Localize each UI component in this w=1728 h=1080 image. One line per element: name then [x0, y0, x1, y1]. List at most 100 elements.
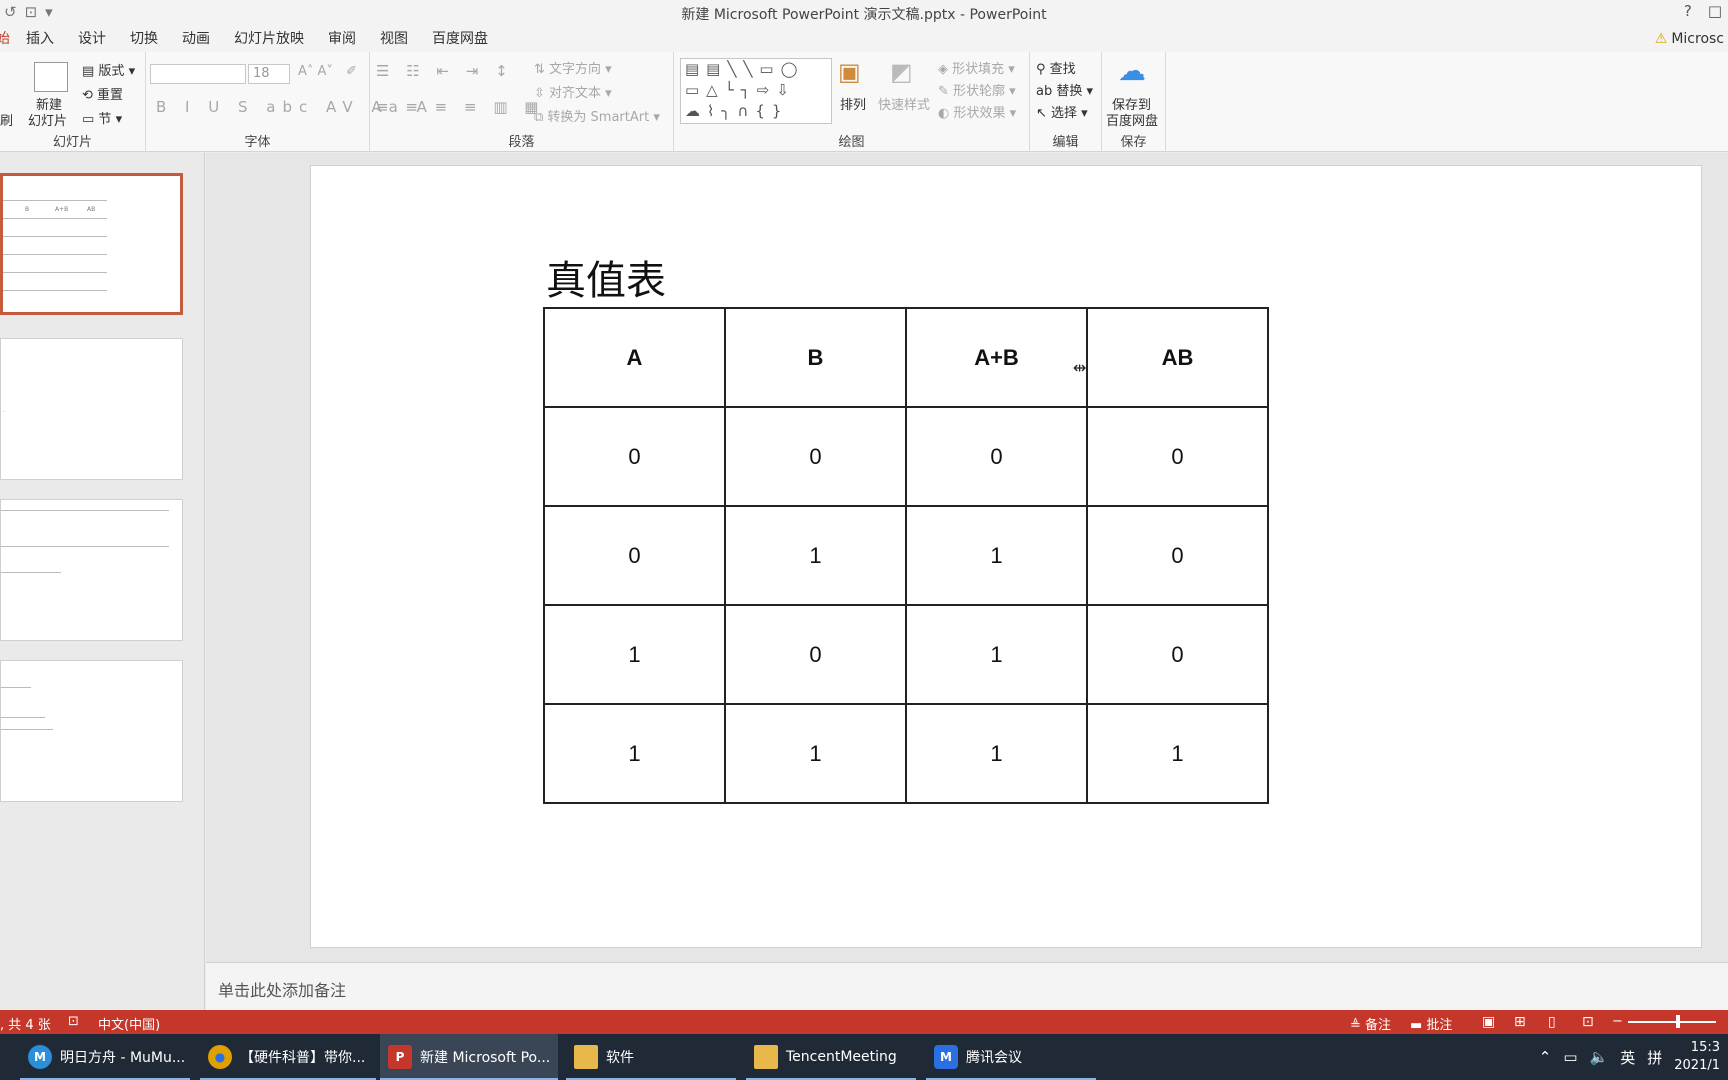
new-slide-button-line2[interactable]: 幻灯片	[28, 110, 67, 129]
taskbar-item-powerpoint[interactable]: P 新建 Microsoft Po...	[380, 1034, 558, 1080]
notes-toggle[interactable]: ≜ 备注	[1350, 1014, 1391, 1033]
zoom-slider-handle[interactable]	[1676, 1015, 1680, 1028]
tencent-meeting-icon: M	[934, 1045, 958, 1069]
help-button[interactable]: ?	[1684, 2, 1692, 20]
list-buttons[interactable]: ☰ ☷ ⇤ ⇥ ↕	[376, 62, 514, 80]
align-text-button[interactable]: ⇳ 对齐文本 ▾	[534, 82, 612, 101]
slide-thumbnails-pane[interactable]: B A+B AB ·	[0, 153, 205, 1010]
table-row: 1 0 1 0	[543, 604, 1269, 705]
shape-effects-icon: ◐	[938, 106, 954, 121]
tab-review[interactable]: 审阅	[316, 26, 368, 52]
table-cell[interactable]: 0	[1086, 406, 1269, 507]
shapes-gallery[interactable]: ▤▤╲╲▭◯ ▭△└┐⇨⇩ ☁⌇╮∩{}	[680, 58, 832, 124]
ime-language[interactable]: 英	[1620, 1047, 1635, 1068]
tab-slideshow[interactable]: 幻灯片放映	[222, 26, 316, 52]
shape-fill-button[interactable]: ◈ 形状填充 ▾	[938, 58, 1015, 77]
slide-thumbnail-4[interactable]	[0, 660, 183, 802]
table-cell[interactable]: 0	[1086, 604, 1269, 705]
table-cell[interactable]: 0	[543, 406, 726, 507]
format-painter-label[interactable]: 刷	[0, 110, 13, 129]
quick-styles-icon[interactable]: ◩	[890, 58, 913, 86]
tab-insert[interactable]: 插入	[14, 26, 66, 52]
baidu-cloud-icon[interactable]: ☁	[1118, 54, 1146, 87]
taskbar-item-folder-tencentmeeting[interactable]: ▮ TencentMeeting	[746, 1034, 916, 1080]
tab-baidu-netdisk[interactable]: 百度网盘	[420, 26, 500, 52]
new-slide-icon[interactable]	[34, 62, 68, 92]
slideshow-view-icon[interactable]: ⊡	[1582, 1014, 1594, 1030]
save-to-baidu-button-line2[interactable]: 百度网盘	[1106, 110, 1158, 129]
alignment-buttons[interactable]: ≡ ≡ ≡ ≡ ▥ ▦	[376, 98, 544, 116]
tab-animations[interactable]: 动画	[170, 26, 222, 52]
slide-sorter-icon[interactable]: ⊞	[1514, 1014, 1526, 1030]
notes-pane[interactable]: 单击此处添加备注	[206, 962, 1728, 1010]
select-button[interactable]: ↖ 选择 ▾	[1036, 102, 1088, 121]
table-cell[interactable]: 1	[1086, 703, 1269, 804]
tab-transitions[interactable]: 切换	[118, 26, 170, 52]
slide-thumbnail-2[interactable]: ·	[0, 338, 183, 480]
smartart-button[interactable]: ⧉ 转换为 SmartArt ▾	[534, 106, 660, 125]
arrange-icon[interactable]: ▣	[838, 58, 861, 86]
section-button[interactable]: ▭ 节 ▾	[82, 108, 122, 127]
table-cell[interactable]: 1	[543, 604, 726, 705]
language-indicator[interactable]: 中文(中国)	[98, 1014, 160, 1033]
table-cell[interactable]: 1	[543, 703, 726, 804]
normal-view-icon[interactable]: ▣	[1482, 1014, 1495, 1030]
slide-title[interactable]: 真值表	[546, 248, 666, 306]
taskbar-item-mumu[interactable]: M 明日方舟 - MuMu...	[20, 1034, 190, 1080]
reading-view-icon[interactable]: ▯	[1548, 1014, 1556, 1030]
table-cell[interactable]: 1	[905, 505, 1088, 606]
system-clock[interactable]: 15:3 2021/1	[1674, 1039, 1720, 1075]
table-cell[interactable]: 1	[905, 703, 1088, 804]
zoom-slider[interactable]	[1628, 1021, 1716, 1023]
slide-thumbnail-1[interactable]: B A+B AB	[0, 173, 183, 315]
slide-thumbnail-3[interactable]	[0, 499, 183, 641]
thumb-text: B	[25, 206, 30, 213]
zoom-out-icon[interactable]: −	[1612, 1014, 1623, 1029]
shape-effects-button[interactable]: ◐ 形状效果 ▾	[938, 102, 1016, 121]
network-icon[interactable]: ▭	[1563, 1048, 1577, 1066]
replace-button[interactable]: ab 替换 ▾	[1036, 80, 1093, 99]
taskbar-item-tencent-meeting[interactable]: M 腾讯会议	[926, 1034, 1096, 1080]
text-direction-label: 文字方向	[549, 62, 602, 77]
tray-expand-icon[interactable]: ⌃	[1539, 1048, 1552, 1066]
table-header-cell[interactable]: A+B	[905, 307, 1088, 408]
table-row: 1 1 1 1	[543, 703, 1269, 804]
font-name-field[interactable]	[150, 64, 246, 84]
font-size-field[interactable]: 18	[248, 64, 290, 84]
reset-label: 重置	[97, 88, 124, 103]
shape-outline-button[interactable]: ✎ 形状轮廓 ▾	[938, 80, 1016, 99]
table-cell[interactable]: 0	[724, 406, 907, 507]
volume-icon[interactable]: 🔈	[1590, 1048, 1609, 1066]
text-direction-button[interactable]: ⇅ 文字方向 ▾	[534, 58, 612, 77]
arrange-button[interactable]: 排列	[840, 94, 866, 113]
table-cell[interactable]: 0	[543, 505, 726, 606]
table-cell[interactable]: 1	[724, 703, 907, 804]
taskbar-item-chrome[interactable]: ● 【硬件科普】带你...	[200, 1034, 376, 1080]
clear-format-icon[interactable]: ✐	[346, 64, 357, 79]
taskbar-item-folder-software[interactable]: ▮ 软件	[566, 1034, 736, 1080]
restore-button[interactable]: □	[1708, 2, 1722, 20]
quick-styles-button[interactable]: 快速样式	[878, 94, 930, 113]
table-cell[interactable]: 1	[905, 604, 1088, 705]
layout-button[interactable]: ▤ 版式 ▾	[82, 60, 135, 79]
table-cell[interactable]: 0	[724, 604, 907, 705]
account-area[interactable]: ⚠ Microsc	[1655, 26, 1728, 52]
notes-placeholder: 单击此处添加备注	[218, 981, 347, 1000]
grow-font-icon[interactable]: A˄ A˅	[298, 64, 333, 79]
tab-home[interactable]: 始	[0, 26, 14, 52]
table-header-cell[interactable]: A	[543, 307, 726, 408]
table-cell[interactable]: 0	[1086, 505, 1269, 606]
table-header-cell[interactable]: AB	[1086, 307, 1269, 408]
replace-label: 替换	[1056, 84, 1083, 99]
table-cell[interactable]: 0	[905, 406, 1088, 507]
ime-mode[interactable]: 拼	[1647, 1047, 1662, 1068]
comments-toggle[interactable]: ▬ 批注	[1410, 1014, 1452, 1033]
find-button[interactable]: ⚲ 查找	[1036, 58, 1076, 77]
reset-button[interactable]: ⟲ 重置	[82, 84, 123, 103]
table-header-cell[interactable]: B	[724, 307, 907, 408]
spellcheck-icon[interactable]: ⊡	[68, 1014, 79, 1029]
tab-design[interactable]: 设计	[66, 26, 118, 52]
table-cell[interactable]: 1	[724, 505, 907, 606]
tab-view[interactable]: 视图	[368, 26, 420, 52]
truth-table[interactable]: A B A+B AB 0 0 0 0 0 1 1 0 1 0 1 0 1 1 1…	[543, 307, 1269, 804]
